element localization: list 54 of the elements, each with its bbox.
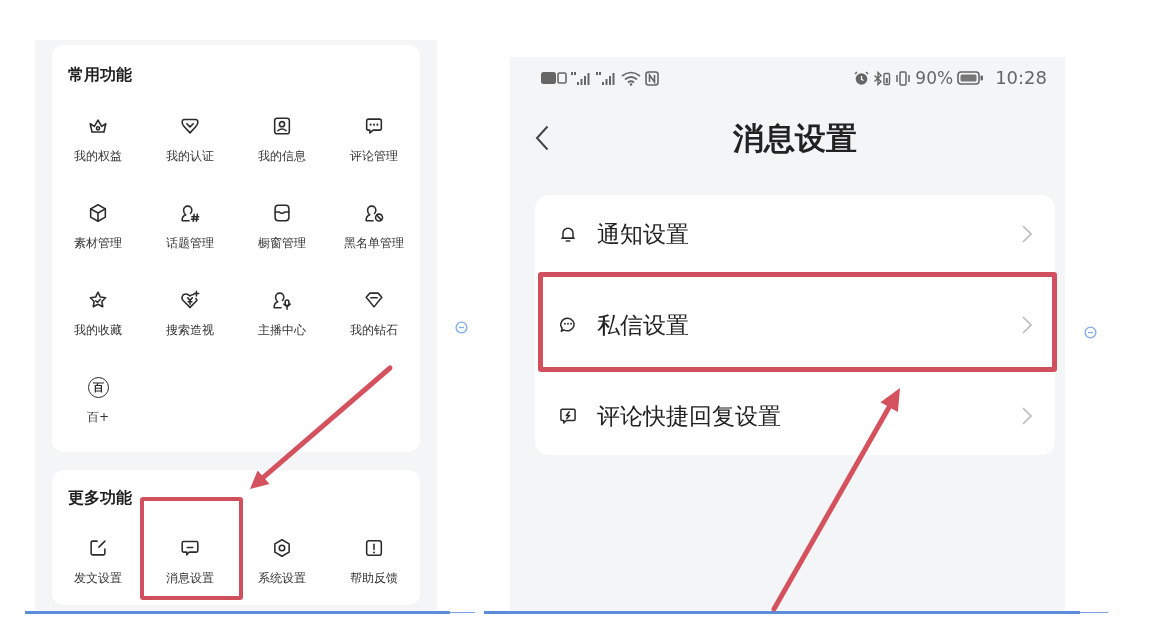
function-item[interactable]: 素材管理 — [74, 202, 122, 251]
chevron-right-icon — [1022, 316, 1032, 334]
nfc-icon — [645, 70, 659, 86]
person-mic-icon — [271, 289, 293, 311]
chat-bubble-icon — [363, 115, 385, 137]
function-item[interactable]: 百 百+ — [86, 376, 110, 425]
network-badge-icon — [541, 71, 567, 85]
yen-sparkle-icon — [179, 289, 201, 311]
function-item[interactable]: 搜索造视 — [166, 289, 214, 338]
profile-card-icon — [271, 115, 293, 137]
settings-row[interactable]: 私信设置 — [535, 286, 1055, 364]
function-item[interactable]: 橱窗管理 — [258, 202, 306, 251]
function-item[interactable]: 我的信息 — [258, 115, 306, 164]
settings-row[interactable]: 通知设置 — [535, 195, 1055, 273]
signal-icon — [571, 70, 592, 86]
edit-icon — [87, 537, 109, 559]
settings-row[interactable]: 评论快捷回复设置 — [535, 377, 1055, 455]
chevron-left-icon — [535, 125, 549, 151]
section-title: 更多功能 — [67, 488, 133, 508]
function-item[interactable]: 我的钻石 — [350, 289, 398, 338]
function-item[interactable]: 我的收藏 — [74, 289, 122, 338]
bluetooth-icon — [873, 70, 892, 86]
minus-circle-icon — [455, 321, 468, 334]
function-item[interactable]: 评论管理 — [350, 115, 398, 164]
minus-circle-icon — [1084, 326, 1097, 339]
person-hash-icon — [179, 202, 201, 224]
alarm-icon — [854, 70, 870, 86]
storefront-icon — [271, 202, 293, 224]
function-item[interactable]: 发文设置 — [74, 537, 122, 586]
person-block-icon — [363, 202, 385, 224]
function-item[interactable]: 消息设置 — [166, 537, 214, 586]
vibrate-icon — [895, 70, 912, 86]
page-title: 消息设置 — [732, 119, 858, 158]
chevron-right-icon — [1022, 407, 1032, 425]
chat-bubble-icon — [558, 315, 578, 335]
chevron-right-icon — [1022, 225, 1032, 243]
wifi-icon — [621, 70, 641, 86]
function-item[interactable]: 我的权益 — [74, 115, 122, 164]
section-title: 常用功能 — [67, 65, 133, 85]
battery-percent: 90% — [915, 68, 954, 88]
flash-message-icon — [558, 406, 578, 426]
function-item[interactable]: 系统设置 — [258, 537, 306, 586]
function-item[interactable]: 我的认证 — [166, 115, 214, 164]
clock-time: 10:28 — [995, 68, 1047, 88]
alert-icon — [363, 537, 385, 559]
settings-icon — [271, 537, 293, 559]
signal-icon — [596, 70, 617, 86]
cube-icon — [87, 202, 109, 224]
function-item[interactable]: 主播中心 — [258, 289, 306, 338]
function-item[interactable]: 黑名单管理 — [344, 202, 404, 251]
function-item[interactable]: 话题管理 — [166, 202, 214, 251]
back-button[interactable] — [535, 125, 549, 151]
function-item[interactable]: 帮助反馈 — [350, 537, 398, 586]
battery-icon — [957, 71, 985, 85]
